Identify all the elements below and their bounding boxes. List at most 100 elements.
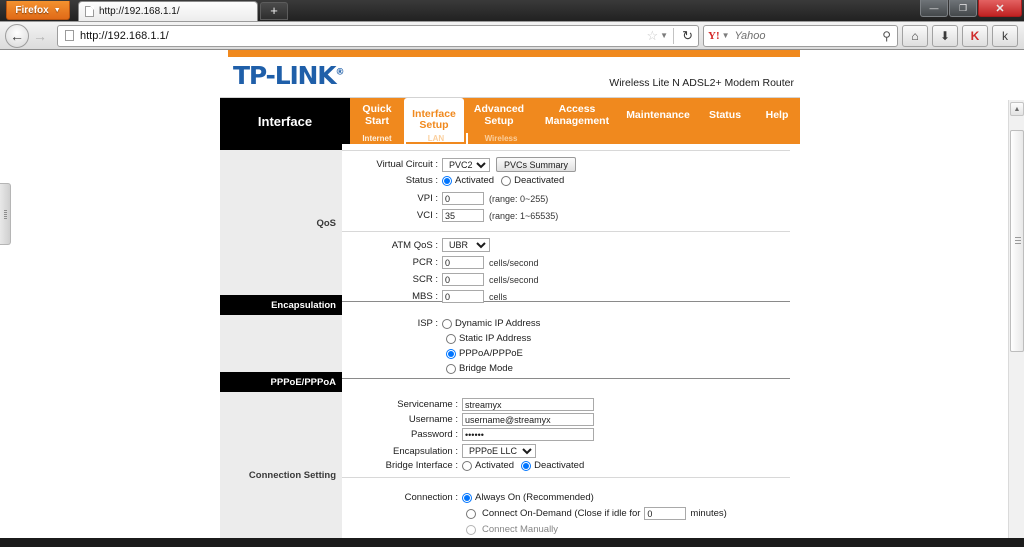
nav-tab-access-management[interactable]: Access Management	[534, 98, 620, 133]
section-sidebar: QoS Encapsulation PPPoE/PPPoA Connection…	[220, 144, 342, 547]
row-status: Status : Activated Deactivated	[342, 175, 571, 186]
sidebar-collapse-handle[interactable]	[0, 183, 11, 245]
isp-bridge-mode-label: Bridge Mode	[459, 363, 513, 374]
connection-always-on-radio[interactable]	[462, 493, 472, 503]
back-button-icon[interactable]: ←	[5, 24, 29, 48]
nav-tab-quick-start[interactable]: Quick Start	[350, 98, 404, 133]
window-status-bar	[0, 538, 1024, 547]
pvcs-summary-button[interactable]: PVCs Summary	[496, 157, 576, 172]
isp-bridge-mode-radio[interactable]	[446, 364, 456, 374]
new-tab-button[interactable]: +	[260, 2, 288, 20]
virtual-circuit-select[interactable]: PVC2	[442, 158, 490, 172]
password-input[interactable]	[462, 428, 594, 441]
atm-qos-select[interactable]: UBR	[442, 238, 490, 252]
close-button[interactable]: ✕	[978, 0, 1022, 17]
atm-qos-label: ATM QoS :	[342, 240, 442, 251]
maximize-button[interactable]: ❐	[949, 0, 977, 17]
nav-tab-advanced-setup[interactable]: Advanced Setup	[464, 98, 534, 133]
isp-option-static-ip[interactable]: Static IP Address	[446, 333, 531, 344]
bridge-deactivated-option[interactable]: Deactivated	[521, 460, 584, 471]
nav-tab-advanced-setup-line1: Advanced	[474, 103, 524, 115]
row-servicename: Servicename :	[342, 398, 594, 411]
downloads-button[interactable]: ⬇	[932, 25, 958, 47]
connection-manually-radio[interactable]	[466, 525, 476, 535]
scrollbar-thumb[interactable]	[1010, 130, 1024, 352]
encapsulation-select[interactable]: PPPoE LLC	[462, 444, 536, 458]
status-deactivated-option[interactable]: Deactivated	[501, 175, 564, 186]
servicename-input[interactable]	[462, 398, 594, 411]
username-input[interactable]	[462, 413, 594, 426]
sidebar-label-encapsulation: Encapsulation	[220, 295, 342, 315]
row-connection: Connection : Always On (Recommended)	[342, 492, 601, 503]
settings-content: Virtual Circuit : PVC2 PVCs Summary Stat…	[342, 144, 800, 547]
username-label: Username :	[342, 414, 462, 425]
pcr-input[interactable]	[442, 256, 484, 269]
status-deactivated-radio[interactable]	[501, 176, 511, 186]
firefox-menu-button[interactable]: Firefox ▼	[6, 1, 70, 20]
address-bar[interactable]: http://192.168.1.1/ ☆ ▼ ↻	[57, 25, 699, 47]
isp-pppoa-pppoe-radio[interactable]	[446, 349, 456, 359]
kaspersky-button[interactable]: K	[962, 25, 988, 47]
isp-option-bridge-mode[interactable]: Bridge Mode	[446, 363, 513, 374]
mbs-unit: cells	[489, 292, 507, 302]
connection-label: Connection :	[342, 492, 462, 503]
isp-option-dynamic-ip[interactable]: Dynamic IP Address	[442, 318, 540, 329]
scr-input[interactable]	[442, 273, 484, 286]
sub-tab-internet[interactable]: Internet	[350, 133, 404, 144]
isp-static-ip-label: Static IP Address	[459, 333, 531, 344]
home-button[interactable]: ⌂	[902, 25, 928, 47]
status-activated-radio[interactable]	[442, 176, 452, 186]
bridge-interface-label: Bridge Interface :	[342, 460, 462, 471]
connection-manually-label: Connect Manually	[482, 524, 558, 535]
page-vertical-scrollbar[interactable]: ▲ ▼	[1008, 100, 1024, 547]
browser-tab[interactable]: http://192.168.1.1/	[78, 1, 258, 21]
scr-label: SCR :	[342, 274, 442, 285]
sub-navigation: Internet LAN Wireless	[350, 133, 800, 144]
bridge-deactivated-label: Deactivated	[534, 460, 584, 471]
search-icon[interactable]: ⚲	[882, 29, 891, 43]
bridge-activated-radio[interactable]	[462, 461, 472, 471]
status-label: Status :	[342, 175, 442, 186]
row-bridge-interface: Bridge Interface : Activated Deactivated	[342, 460, 591, 471]
chevron-down-icon[interactable]: ▼	[660, 31, 668, 40]
connection-always-on-option[interactable]: Always On (Recommended)	[462, 492, 594, 503]
vci-range-note: (range: 1~65535)	[489, 211, 558, 221]
nav-tab-quick-start-line1: Quick	[362, 103, 391, 115]
vci-label: VCI :	[342, 210, 442, 221]
isp-static-ip-radio[interactable]	[446, 334, 456, 344]
registered-mark-icon: ®	[335, 68, 344, 78]
password-label: Password :	[342, 429, 462, 440]
reload-icon[interactable]: ↻	[679, 28, 696, 44]
divider	[342, 231, 790, 232]
vpi-input[interactable]	[442, 192, 484, 205]
address-bar-actions: ☆ ▼ ↻	[647, 26, 696, 46]
addon-button[interactable]: k	[992, 25, 1018, 47]
vci-input[interactable]	[442, 209, 484, 222]
bridge-activated-option[interactable]: Activated	[462, 460, 514, 471]
row-isp: ISP : Dynamic IP Address	[342, 318, 547, 329]
connection-on-demand-label: Connect On-Demand (Close if idle for	[482, 508, 640, 519]
status-activated-option[interactable]: Activated	[442, 175, 494, 186]
isp-option-pppoa-pppoe[interactable]: PPPoA/PPPoE	[446, 348, 523, 359]
forward-button-icon[interactable]: →	[29, 24, 51, 48]
bookmark-star-icon[interactable]: ☆	[647, 28, 659, 44]
connection-on-demand-radio[interactable]	[466, 509, 476, 519]
minimize-button[interactable]: —	[920, 0, 948, 17]
nav-tab-maintenance[interactable]: Maintenance	[620, 98, 696, 133]
sidebar-label-connection-setting: Connection Setting	[220, 468, 342, 482]
vpi-label: VPI :	[342, 193, 442, 204]
browser-chrome: Firefox ▼ http://192.168.1.1/ + — ❐ ✕ ← …	[0, 0, 1024, 50]
nav-tab-status[interactable]: Status	[696, 98, 754, 133]
sub-tab-lan[interactable]: LAN	[406, 133, 466, 144]
chevron-down-icon[interactable]: ▼	[722, 31, 730, 40]
bridge-deactivated-radio[interactable]	[521, 461, 531, 471]
isp-pppoa-pppoe-label: PPPoA/PPPoE	[459, 348, 523, 359]
scroll-up-arrow-icon[interactable]: ▲	[1010, 102, 1024, 116]
kaspersky-icon: K	[971, 29, 980, 43]
search-bar[interactable]: Y! ▼ Yahoo ⚲	[703, 25, 898, 47]
sub-tab-wireless[interactable]: Wireless	[468, 133, 534, 144]
isp-dynamic-ip-radio[interactable]	[442, 319, 452, 329]
nav-tab-help[interactable]: Help	[754, 98, 800, 133]
mbs-input[interactable]	[442, 290, 484, 303]
idle-timeout-input[interactable]	[644, 507, 686, 520]
